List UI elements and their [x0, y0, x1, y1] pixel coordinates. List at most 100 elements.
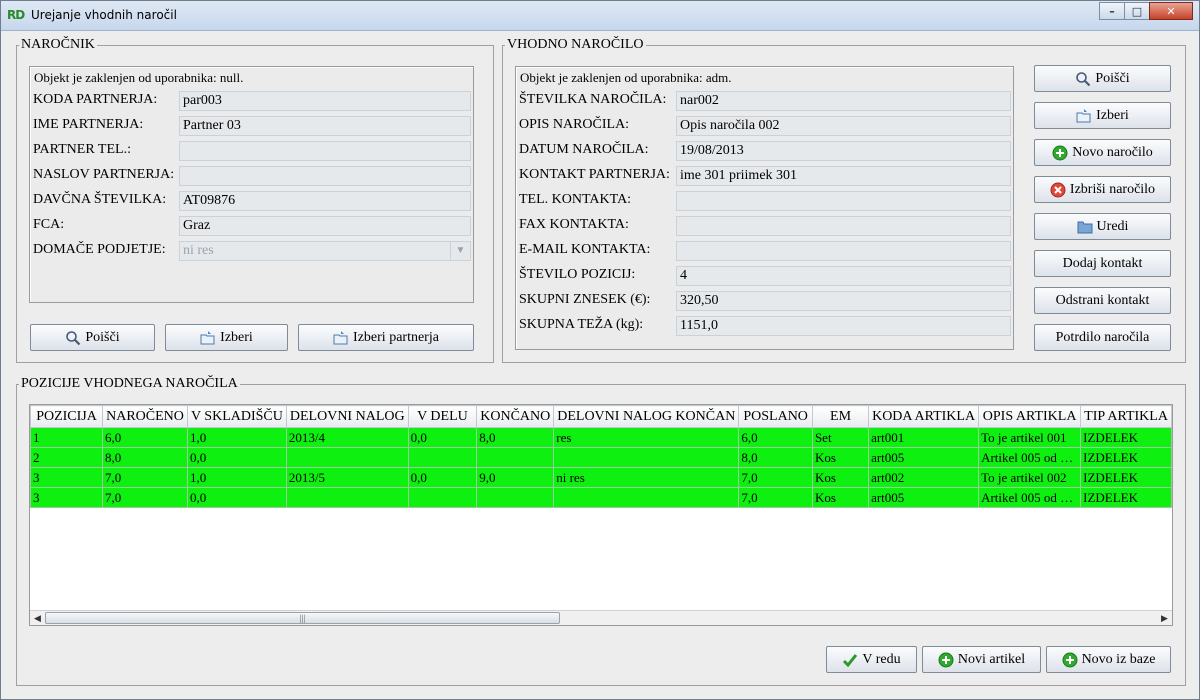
- scroll-left-icon[interactable]: ◀: [30, 611, 45, 625]
- table-cell[interactable]: 3: [30, 467, 104, 488]
- new-from-database-button[interactable]: Novo iz baze: [1046, 646, 1171, 673]
- contact-email-field[interactable]: [676, 241, 1011, 261]
- column-header[interactable]: NAROČENO: [102, 405, 188, 428]
- narocnik-select-button[interactable]: Izberi: [165, 324, 288, 351]
- total-amount-field[interactable]: 320,50: [676, 291, 1011, 311]
- table-cell[interactable]: 0,0: [186, 487, 287, 508]
- column-header[interactable]: POZICIJA: [30, 405, 104, 428]
- partner-address-field[interactable]: [179, 166, 471, 186]
- table-cell[interactable]: [285, 447, 409, 468]
- table-cell[interactable]: res: [553, 427, 740, 448]
- narocnik-search-button[interactable]: Poišči: [30, 324, 155, 351]
- table-row[interactable]: 1 6,0 1,0 2013/4 0,0 8,0 res 6,0 Set art001 To je …: [30, 427, 1172, 448]
- remove-contact-button[interactable]: Odstrani kontakt: [1034, 287, 1171, 314]
- table-cell[interactable]: 7,0: [102, 467, 188, 488]
- table-cell[interactable]: To je artikel 002: [978, 467, 1082, 488]
- table-cell[interactable]: 8,0: [102, 447, 188, 468]
- new-article-button[interactable]: Novi artikel: [922, 646, 1041, 673]
- table-cell[interactable]: 0,0: [407, 467, 478, 488]
- table-cell[interactable]: 7,0: [102, 487, 188, 508]
- table-cell[interactable]: art005: [868, 487, 980, 508]
- table-cell[interactable]: 6,0: [738, 427, 813, 448]
- order-select-button[interactable]: Izberi: [1034, 102, 1171, 129]
- order-search-button[interactable]: Poišči: [1034, 65, 1171, 92]
- column-header[interactable]: DELOVNI NALOG: [285, 405, 409, 428]
- order-date-field[interactable]: 19/08/2013: [676, 141, 1011, 161]
- contact-phone-field[interactable]: [676, 191, 1011, 211]
- table-cell[interactable]: [407, 487, 478, 508]
- column-header[interactable]: EM: [811, 405, 870, 428]
- partner-phone-field[interactable]: [179, 141, 471, 161]
- table-cell[interactable]: 2013/5: [285, 467, 409, 488]
- contact-fax-field[interactable]: [676, 216, 1011, 236]
- column-header[interactable]: POSLANO: [738, 405, 813, 428]
- table-cell[interactable]: Kos: [811, 447, 870, 468]
- table-cell[interactable]: 1: [30, 427, 104, 448]
- table-cell[interactable]: 0,0: [186, 447, 287, 468]
- table-cell[interactable]: 7,0: [738, 487, 813, 508]
- select-partner-button[interactable]: Izberi partnerja: [298, 324, 474, 351]
- table-cell[interactable]: 3: [30, 487, 104, 508]
- title-bar[interactable]: RD Urejanje vhodnih naročil – □ ✕: [1, 1, 1199, 31]
- table-cell[interactable]: Kos: [811, 467, 870, 488]
- table-cell[interactable]: 1,0: [186, 427, 287, 448]
- table-cell[interactable]: [553, 447, 740, 468]
- table-cell[interactable]: 8,0: [738, 447, 813, 468]
- column-header[interactable]: KONČANO: [476, 405, 555, 428]
- table-cell[interactable]: art002: [868, 467, 980, 488]
- table-cell[interactable]: [476, 447, 555, 468]
- edit-order-button[interactable]: Uredi: [1034, 213, 1171, 240]
- table-cell[interactable]: [285, 487, 409, 508]
- column-header[interactable]: OPIS ARTIKLA: [978, 405, 1082, 428]
- table-cell[interactable]: IZDELEK: [1080, 487, 1172, 508]
- table-cell[interactable]: Kos: [811, 487, 870, 508]
- table-cell[interactable]: 6,0: [102, 427, 188, 448]
- table-cell[interactable]: 1,0: [186, 467, 287, 488]
- add-contact-button[interactable]: Dodaj kontakt: [1034, 250, 1171, 277]
- new-order-button[interactable]: Novo naročilo: [1034, 139, 1171, 166]
- column-header[interactable]: V DELU: [407, 405, 478, 428]
- table-cell[interactable]: Set: [811, 427, 870, 448]
- table-row[interactable]: 3 7,0 1,0 2013/5 0,0 9,0 ni res 7,0 Kos art002 To …: [30, 467, 1172, 488]
- column-header[interactable]: TIP ARTIKLA: [1080, 405, 1172, 428]
- order-description-field[interactable]: Opis naročila 002: [676, 116, 1011, 136]
- column-header[interactable]: V SKLADIŠČU: [186, 405, 287, 428]
- scroll-right-icon[interactable]: ▶: [1157, 611, 1172, 625]
- maximize-button[interactable]: □: [1124, 2, 1150, 20]
- ok-button[interactable]: V redu: [826, 646, 917, 673]
- table-row[interactable]: 2 8,0 0,0 8,0 Kos art005 Artikel 005 od … IZDEL…: [30, 447, 1172, 468]
- total-weight-field[interactable]: 1151,0: [676, 316, 1011, 336]
- table-cell[interactable]: IZDELEK: [1080, 467, 1172, 488]
- table-cell[interactable]: 8,0: [476, 427, 555, 448]
- table-cell[interactable]: ni res: [553, 467, 740, 488]
- table-cell[interactable]: To je artikel 001: [978, 427, 1082, 448]
- delete-order-button[interactable]: Izbriši naročilo: [1034, 176, 1171, 203]
- table-row[interactable]: 3 7,0 0,0 7,0 Kos art005 Artikel 005 od … IZDEL…: [30, 487, 1172, 508]
- chevron-down-icon[interactable]: ▼: [450, 242, 470, 260]
- partner-contact-field[interactable]: ime 301 priimek 301: [676, 166, 1011, 186]
- table-cell[interactable]: 9,0: [476, 467, 555, 488]
- partner-code-field[interactable]: par003: [179, 91, 471, 111]
- table-cell[interactable]: [476, 487, 555, 508]
- minimize-button[interactable]: –: [1099, 2, 1125, 20]
- table-cell[interactable]: IZDELEK: [1080, 447, 1172, 468]
- table-cell[interactable]: [553, 487, 740, 508]
- table-cell[interactable]: 7,0: [738, 467, 813, 488]
- table-cell[interactable]: art005: [868, 447, 980, 468]
- column-header[interactable]: DELOVNI NALOG KONČAN: [553, 405, 740, 428]
- order-confirmation-button[interactable]: Potrdilo naročila: [1034, 324, 1171, 351]
- order-number-field[interactable]: nar002: [676, 91, 1011, 111]
- column-header[interactable]: KODA ARTIKLA: [868, 405, 980, 428]
- position-count-field[interactable]: 4: [676, 266, 1011, 286]
- scroll-thumb[interactable]: |||: [45, 612, 560, 624]
- table-cell[interactable]: [407, 447, 478, 468]
- horizontal-scrollbar[interactable]: ◀ ||| ▶: [30, 610, 1172, 625]
- tax-number-field[interactable]: AT09876: [179, 191, 471, 211]
- close-button[interactable]: ✕: [1149, 2, 1193, 20]
- table-cell[interactable]: 0,0: [407, 427, 478, 448]
- table-cell[interactable]: Artikel 005 od …: [978, 447, 1082, 468]
- table-cell[interactable]: IZDELEK: [1080, 427, 1172, 448]
- domestic-company-select[interactable]: ni res ▼: [179, 241, 471, 261]
- table-cell[interactable]: 2013/4: [285, 427, 409, 448]
- table-cell[interactable]: art001: [868, 427, 980, 448]
